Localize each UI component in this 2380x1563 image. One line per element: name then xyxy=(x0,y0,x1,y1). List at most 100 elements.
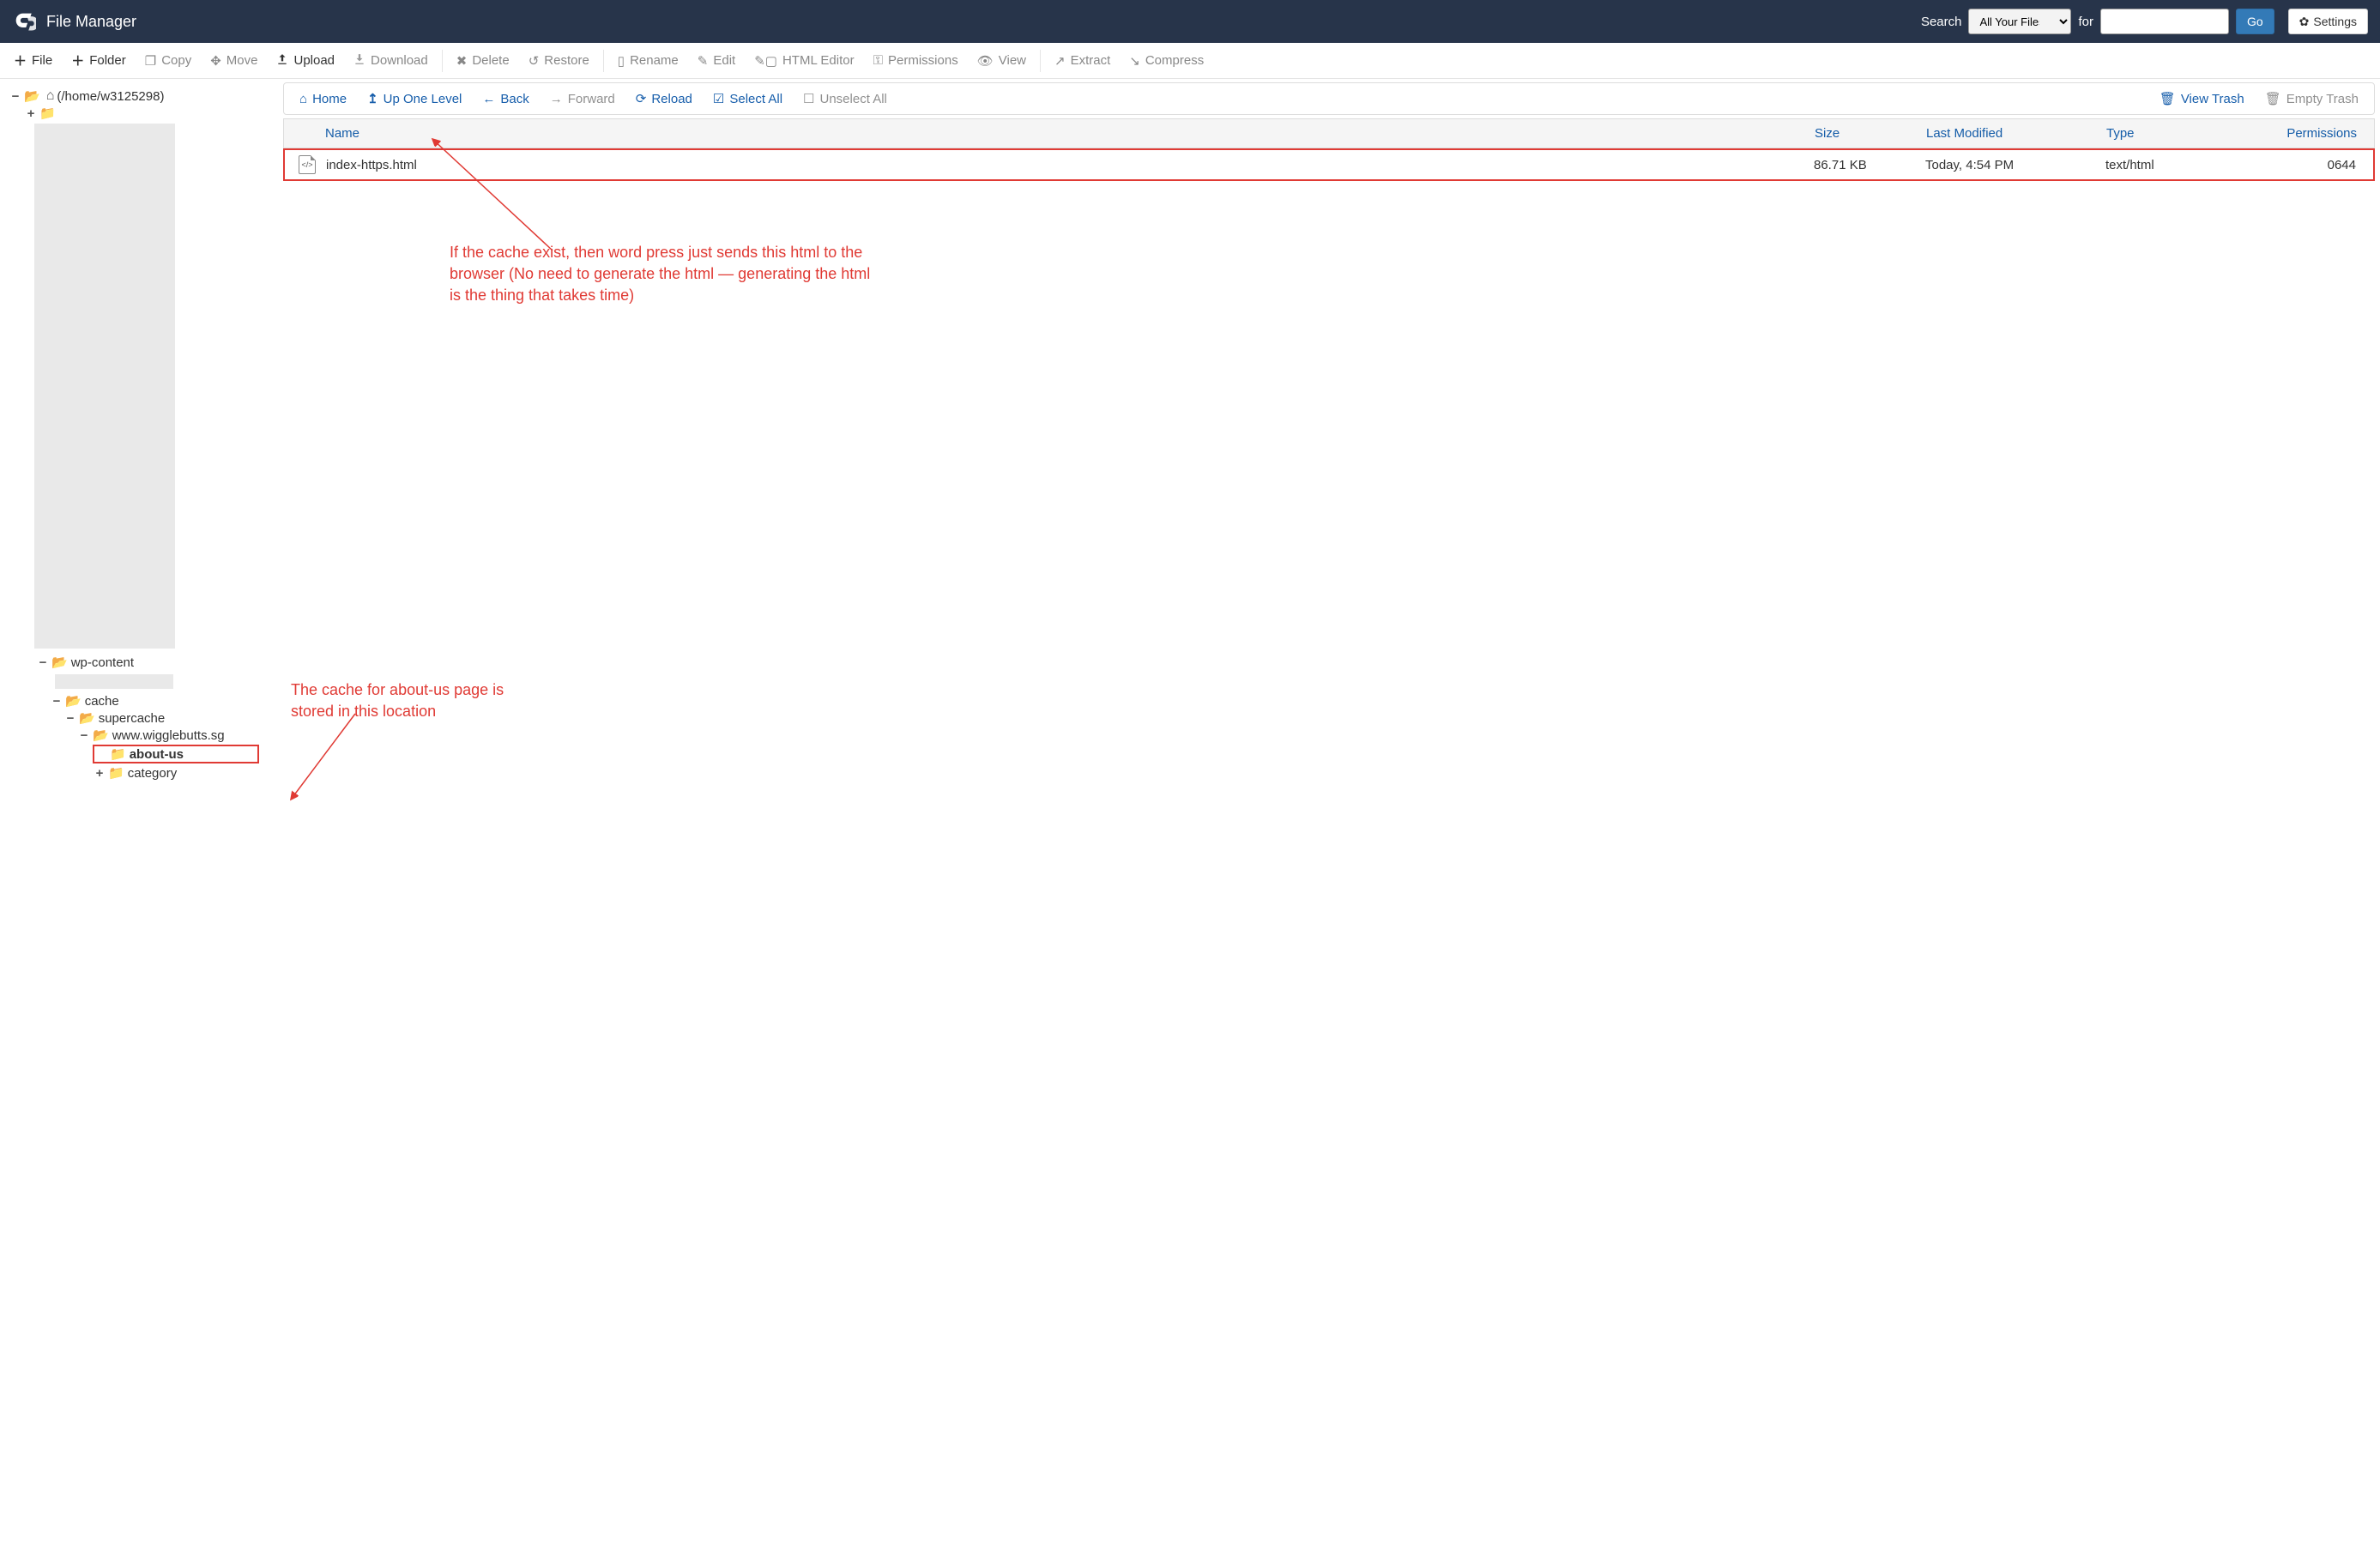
trash-icon: 🗑 xyxy=(2160,91,2176,106)
compress-button[interactable]: ↘Compress xyxy=(1121,48,1212,74)
checkbox-empty-icon: ☐ xyxy=(803,91,814,106)
column-permissions[interactable]: Permissions xyxy=(2262,126,2374,141)
tree-label[interactable]: category xyxy=(128,766,178,781)
copy-button[interactable]: ❐Copy xyxy=(136,48,200,74)
tree-label[interactable]: cache xyxy=(85,694,119,709)
move-icon: ✥ xyxy=(210,53,221,69)
extract-button[interactable]: ↗Extract xyxy=(1046,48,1119,74)
folder-button[interactable]: ＋Folder xyxy=(63,46,135,75)
eye-icon: 👁 xyxy=(977,53,994,69)
table-header: Name Size Last Modified Type Permissions xyxy=(283,118,2375,148)
file-button[interactable]: ＋File xyxy=(5,46,61,75)
collapse-icon[interactable]: − xyxy=(79,728,89,743)
unselect-all-button[interactable]: ☐Unselect All xyxy=(794,88,896,110)
collapse-icon[interactable]: − xyxy=(38,655,48,670)
app-header: File Manager Search All Your Files for G… xyxy=(0,0,2380,43)
tree-item-cache[interactable]: − 📂 cache xyxy=(5,692,272,709)
copy-icon: ❐ xyxy=(145,53,156,69)
search-group: Search All Your Files for Go ✿ Settings xyxy=(1921,9,2368,34)
cpanel-icon xyxy=(12,9,36,33)
folder-icon: 📁 xyxy=(110,746,126,762)
html-file-icon: </> xyxy=(299,155,316,174)
column-type[interactable]: Type xyxy=(2099,126,2262,141)
back-button[interactable]: ←Back xyxy=(474,88,537,110)
app-logo: File Manager xyxy=(12,9,136,33)
permissions-button[interactable]: ⚿Permissions xyxy=(865,48,967,73)
action-bar: ⌂Home ↥Up One Level ←Back →Forward ⟳Relo… xyxy=(283,82,2375,115)
reload-icon: ⟳ xyxy=(636,91,647,106)
right-arrow-icon: → xyxy=(550,92,563,106)
collapse-icon[interactable]: − xyxy=(51,694,62,709)
tree-item-category[interactable]: + 📁 category xyxy=(5,764,272,782)
main-toolbar: ＋File ＋Folder ❐Copy ✥Move Upload Downloa… xyxy=(0,43,2380,79)
home-icon: ⌂ xyxy=(46,88,55,104)
move-button[interactable]: ✥Move xyxy=(202,48,266,74)
left-arrow-icon: ← xyxy=(482,92,495,106)
annotation-text-top: If the cache exist, then word press just… xyxy=(450,242,879,307)
tree-item-domain[interactable]: − 📂 www.wigglebutts.sg xyxy=(5,727,272,744)
search-label: Search xyxy=(1921,15,1962,29)
upload-button[interactable]: Upload xyxy=(268,48,343,74)
file-size: 86.71 KB xyxy=(1807,158,1918,172)
restore-button[interactable]: ↺Restore xyxy=(520,48,598,74)
view-trash-button[interactable]: 🗑View Trash xyxy=(2151,88,2253,110)
file-perms: 0644 xyxy=(2262,158,2373,172)
tree-label-about-us[interactable]: about-us xyxy=(130,747,184,762)
trash-icon: 🗑 xyxy=(2265,91,2281,106)
forward-button[interactable]: →Forward xyxy=(541,88,624,110)
extract-icon: ↗ xyxy=(1054,53,1066,69)
search-scope-select[interactable]: All Your Files xyxy=(1968,9,2071,34)
tree-item-about-us[interactable]: + 📁 about-us xyxy=(5,744,272,764)
tree-root[interactable]: − 📂 ⌂ (/home/w3125298) xyxy=(5,88,272,105)
rename-button[interactable]: ▯Rename xyxy=(609,48,687,74)
table-row[interactable]: </> index-https.html 86.71 KB Today, 4:5… xyxy=(283,148,2375,181)
search-input[interactable] xyxy=(2100,9,2229,34)
delete-icon: ✖ xyxy=(456,53,468,69)
upload-icon xyxy=(276,53,288,69)
tree-selection-small xyxy=(55,674,173,689)
home-button[interactable]: ⌂Home xyxy=(291,88,355,110)
key-icon: ⚿ xyxy=(873,53,883,68)
tree-root-label[interactable]: (/home/w3125298) xyxy=(57,89,164,104)
edit-button[interactable]: ✎Edit xyxy=(689,48,744,74)
compress-icon: ↘ xyxy=(1129,53,1140,69)
html-editor-button[interactable]: ✎▢HTML Editor xyxy=(746,48,862,74)
tree-label[interactable]: www.wigglebutts.sg xyxy=(112,728,225,743)
collapse-icon[interactable]: − xyxy=(10,89,21,104)
select-all-button[interactable]: ☑Select All xyxy=(704,88,791,110)
settings-button[interactable]: ✿ Settings xyxy=(2288,9,2368,34)
annotation-text-bottom: The cache for about-us page is stored in… xyxy=(291,679,548,722)
up-arrow-icon: ↥ xyxy=(367,91,378,106)
plus-icon: ＋ xyxy=(71,51,84,69)
delete-button[interactable]: ✖Delete xyxy=(448,48,518,74)
folder-open-icon: 📂 xyxy=(79,710,95,726)
folder-tree: − 📂 ⌂ (/home/w3125298) + 📁 − 📂 wp-conten… xyxy=(0,79,278,1563)
tree-item-wp-content[interactable]: − 📂 wp-content xyxy=(5,654,272,671)
content-pane: ⌂Home ↥Up One Level ←Back →Forward ⟳Relo… xyxy=(278,79,2380,1563)
empty-trash-button[interactable]: 🗑Empty Trash xyxy=(2256,88,2367,110)
view-button[interactable]: 👁View xyxy=(969,48,1035,74)
download-button[interactable]: Download xyxy=(345,48,437,74)
folder-icon: 📁 xyxy=(39,106,56,121)
go-button[interactable]: Go xyxy=(2236,9,2274,34)
column-modified[interactable]: Last Modified xyxy=(1919,126,2099,141)
pencil-icon: ✎ xyxy=(698,53,709,69)
reload-button[interactable]: ⟳Reload xyxy=(627,88,701,110)
up-one-level-button[interactable]: ↥Up One Level xyxy=(359,88,470,110)
checkbox-checked-icon: ☑ xyxy=(713,91,724,106)
folder-open-icon: 📂 xyxy=(24,88,40,104)
column-size[interactable]: Size xyxy=(1808,126,1919,141)
file-modified: Today, 4:54 PM xyxy=(1918,158,2099,172)
tree-item-supercache[interactable]: − 📂 supercache xyxy=(5,709,272,727)
html-edit-icon: ✎▢ xyxy=(754,53,777,69)
tree-selection-area xyxy=(34,124,175,649)
tree-label[interactable]: wp-content xyxy=(71,655,134,670)
download-icon xyxy=(353,53,365,69)
tree-label[interactable]: supercache xyxy=(99,711,166,726)
collapse-icon[interactable]: − xyxy=(65,711,76,726)
tree-item-hidden[interactable]: + 📁 xyxy=(5,105,272,122)
file-table: Name Size Last Modified Type Permissions… xyxy=(283,118,2375,181)
expand-icon[interactable]: + xyxy=(94,766,105,781)
expand-icon[interactable]: + xyxy=(26,106,36,121)
plus-icon: ＋ xyxy=(14,51,27,69)
